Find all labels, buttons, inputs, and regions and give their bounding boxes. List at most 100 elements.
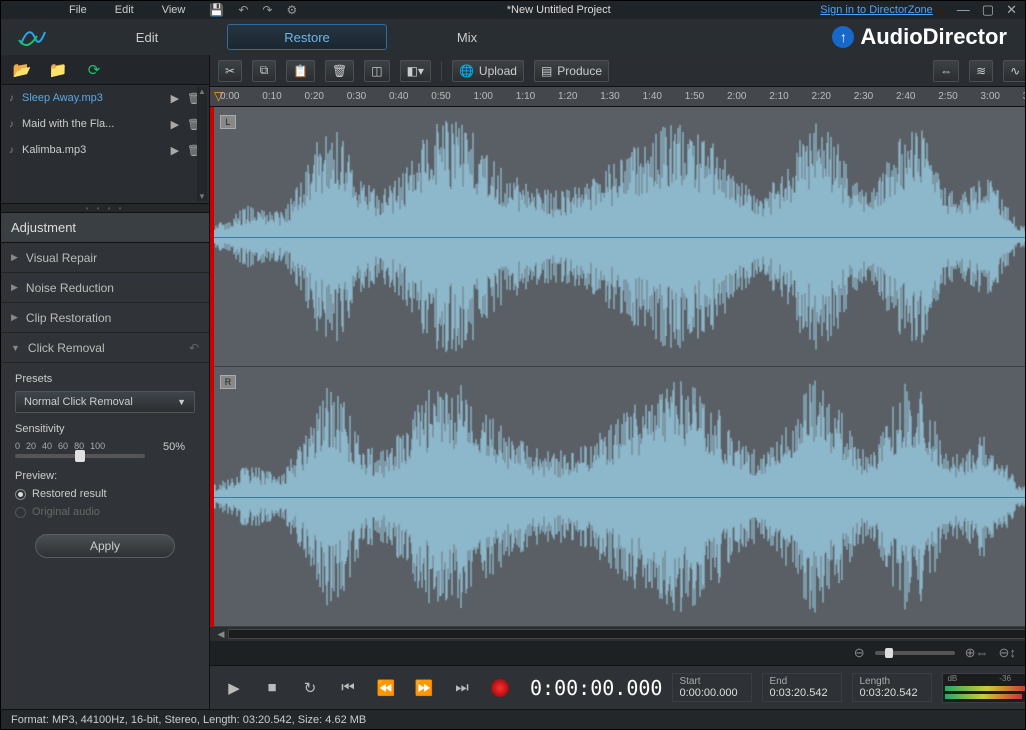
import-folder-icon[interactable]: 📁: [47, 61, 69, 79]
level-meter: dB-360: [942, 673, 1025, 703]
channel-left[interactable]: L: [214, 107, 1025, 367]
delete-button[interactable]: 🗑: [325, 60, 354, 82]
radio-restored[interactable]: Restored result: [15, 488, 195, 500]
note-icon: ♪: [9, 93, 14, 104]
loop-button[interactable]: ↻: [296, 674, 324, 702]
minimize-icon[interactable]: —: [957, 2, 970, 18]
apply-button[interactable]: Apply: [35, 534, 175, 558]
titlebar: File Edit View 💾 ↶ ↷ ⚙ *New Untitled Pro…: [1, 1, 1025, 19]
panel-resize-handle[interactable]: • • • •: [1, 203, 209, 213]
sensitivity-label: Sensitivity: [15, 423, 195, 435]
file-scrollbar[interactable]: ▲ ▼: [197, 87, 207, 201]
slider-thumb[interactable]: [885, 648, 893, 658]
view-freq-button[interactable]: ∿: [1003, 60, 1025, 82]
adjust-click-removal[interactable]: ▼Click Removal↶: [1, 333, 209, 363]
zoom-out-h-icon[interactable]: ⊖: [854, 645, 865, 661]
open-folder-icon[interactable]: 📂: [11, 61, 33, 79]
export-icon: ▤: [541, 64, 552, 78]
radio-icon: [15, 507, 26, 518]
file-name: Sleep Away.mp3: [22, 92, 163, 104]
upload-brand-icon: ↑: [832, 26, 854, 48]
timeline-ruler[interactable]: ▽ 0:000:100:200:300:400:501:001:101:201:…: [210, 87, 1025, 107]
note-icon: ♪: [9, 119, 14, 130]
chevron-down-icon: ▼: [177, 397, 186, 407]
chevron-right-icon: ▶: [11, 282, 18, 293]
file-row[interactable]: ♪ Sleep Away.mp3 ▶ 🗑: [1, 85, 209, 111]
next-button[interactable]: ⏭: [448, 674, 476, 702]
chevron-right-icon: ▶: [11, 312, 18, 323]
adjust-visual-repair[interactable]: ▶Visual Repair: [1, 243, 209, 273]
zoom-controls: ⊖ ⊕⇔ ⊖↕ ⊕↕ ⛶: [210, 641, 1025, 665]
adjustment-header: Adjustment: [1, 213, 209, 243]
scroll-left-icon[interactable]: ◀: [214, 628, 228, 640]
rewind-button[interactable]: ⏪: [372, 674, 400, 702]
waveform-area[interactable]: L R dB -3-6-12-18-∞-18-12-6-3 -3-6-12-18…: [210, 107, 1025, 627]
view-wave-button[interactable]: ⇔: [933, 60, 959, 82]
selection-end[interactable]: End0:03:20.542: [762, 673, 842, 702]
preset-dropdown[interactable]: Normal Click Removal ▼: [15, 391, 195, 413]
prev-button[interactable]: ⏮: [334, 674, 362, 702]
horizontal-scrollbar[interactable]: ◀ ▶: [210, 627, 1025, 641]
left-panel: 📂 📁 ⟳ ♪ Sleep Away.mp3 ▶ 🗑 ♪ Maid with t…: [1, 55, 210, 709]
brand-row: Edit Restore Mix ↑ AudioDirector: [1, 19, 1025, 55]
redo-icon[interactable]: ↷: [262, 3, 272, 17]
menu-view[interactable]: View: [162, 4, 186, 16]
undo-icon[interactable]: ↶: [238, 3, 248, 17]
cut-button[interactable]: ✂: [218, 60, 242, 82]
save-icon[interactable]: 💾: [209, 3, 224, 17]
sensitivity-value: 50: [163, 441, 175, 453]
marker-button[interactable]: ◧▾: [400, 60, 431, 82]
view-spectral-button[interactable]: ≋: [969, 60, 993, 82]
maximize-icon[interactable]: ▢: [982, 2, 994, 18]
click-removal-panel: Presets Normal Click Removal ▼ Sensitivi…: [1, 363, 209, 568]
tab-edit[interactable]: Edit: [67, 24, 227, 50]
transport-bar: ▶ ■ ↻ ⏮ ⏪ ⏩ ⏭ 0:00:00.000 Start0:00:00.0…: [210, 665, 1025, 709]
zoom-out-v-icon[interactable]: ⊖↕: [999, 645, 1016, 661]
sensitivity-slider[interactable]: [15, 454, 145, 458]
file-row[interactable]: ♪ Maid with the Fla... ▶ 🗑: [1, 111, 209, 137]
menu-file[interactable]: File: [69, 4, 87, 16]
refresh-icon[interactable]: ⟳: [83, 61, 105, 79]
slider-thumb[interactable]: [75, 450, 85, 462]
zoom-in-h-icon[interactable]: ⊕⇔: [965, 645, 989, 661]
menu-edit[interactable]: Edit: [115, 4, 134, 16]
chevron-right-icon: ▶: [11, 252, 18, 263]
copy-button[interactable]: ⧉: [252, 60, 276, 82]
chevron-down-icon: ▼: [11, 343, 20, 353]
channel-right[interactable]: R: [214, 367, 1025, 627]
file-name: Kalimba.mp3: [22, 144, 163, 156]
file-row[interactable]: ♪ Kalimba.mp3 ▶ 🗑: [1, 137, 209, 163]
play-file-icon[interactable]: ▶: [171, 118, 179, 131]
radio-icon: [15, 489, 26, 500]
note-icon: ♪: [9, 145, 14, 156]
upload-button[interactable]: 🌐Upload: [452, 60, 524, 82]
stop-button[interactable]: ■: [258, 674, 286, 702]
forward-button[interactable]: ⏩: [410, 674, 438, 702]
selection-start[interactable]: Start0:00:00.000: [672, 673, 752, 702]
record-button[interactable]: [486, 674, 514, 702]
close-icon[interactable]: ✕: [1006, 2, 1017, 18]
tab-mix[interactable]: Mix: [387, 24, 547, 50]
paste-button[interactable]: 📋: [286, 60, 315, 82]
selection-length[interactable]: Length0:03:20.542: [852, 673, 932, 702]
play-button[interactable]: ▶: [220, 674, 248, 702]
settings-icon[interactable]: ⚙: [286, 3, 297, 17]
globe-icon: 🌐: [459, 64, 474, 78]
adjust-clip-restoration[interactable]: ▶Clip Restoration: [1, 303, 209, 333]
undo-icon[interactable]: ↶: [189, 341, 199, 355]
editor-toolbar: ✂ ⧉ 📋 🗑 ◫ ◧▾ 🌐Upload ▤Produce ⇔ ≋ ∿ ▮▮: [210, 55, 1025, 87]
produce-button[interactable]: ▤Produce: [534, 60, 609, 82]
presets-label: Presets: [15, 373, 195, 385]
tab-restore[interactable]: Restore: [227, 24, 387, 50]
file-list: ♪ Sleep Away.mp3 ▶ 🗑 ♪ Maid with the Fla…: [1, 85, 209, 203]
crop-button[interactable]: ◫: [364, 60, 389, 82]
adjust-noise-reduction[interactable]: ▶Noise Reduction: [1, 273, 209, 303]
play-file-icon[interactable]: ▶: [171, 92, 179, 105]
status-bar: Format: MP3, 44100Hz, 16-bit, Stereo, Le…: [1, 709, 1025, 729]
radio-original[interactable]: Original audio: [15, 506, 195, 518]
signin-link[interactable]: Sign in to DirectorZone: [820, 4, 933, 16]
play-file-icon[interactable]: ▶: [171, 144, 179, 157]
file-name: Maid with the Fla...: [22, 118, 163, 130]
preset-value: Normal Click Removal: [24, 396, 133, 408]
zoom-slider[interactable]: [875, 651, 955, 655]
